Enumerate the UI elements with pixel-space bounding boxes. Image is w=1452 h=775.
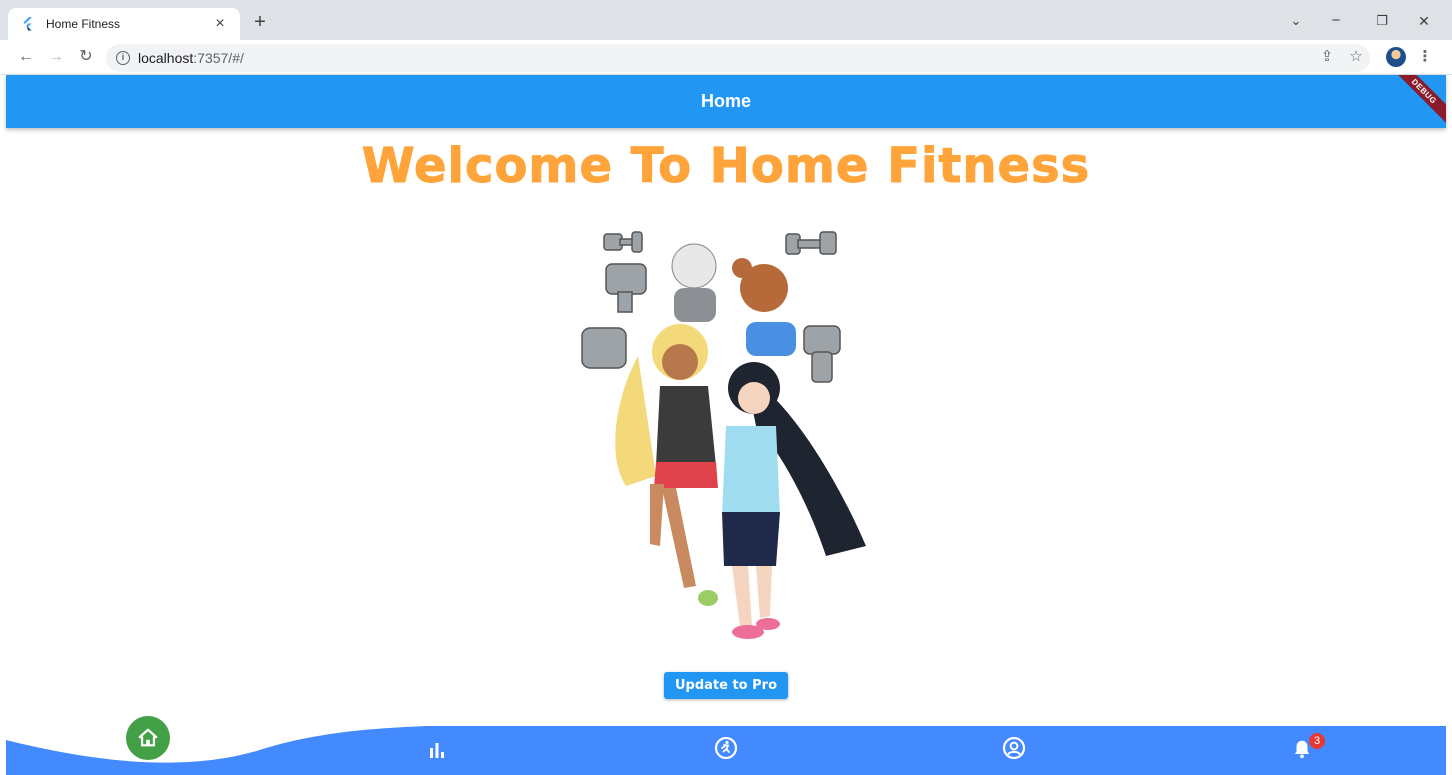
bar-chart-icon: [430, 743, 444, 758]
back-arrow-icon[interactable]: ←: [14, 45, 38, 69]
account-circle-icon: [1002, 736, 1026, 760]
url-host: localhost: [138, 50, 194, 66]
new-tab-button[interactable]: +: [248, 10, 272, 34]
bookmark-star-icon[interactable]: ☆: [1345, 46, 1367, 68]
tab-title: Home Fitness: [46, 17, 121, 31]
update-to-pro-button[interactable]: Update to Pro: [664, 672, 788, 699]
restore-button[interactable]: ❐: [1362, 8, 1402, 34]
browser-tab[interactable]: Home Fitness ×: [8, 8, 240, 40]
site-info-icon[interactable]: i: [116, 51, 130, 65]
profile-avatar[interactable]: [1386, 47, 1406, 67]
debug-banner: DEBUG: [1384, 75, 1446, 128]
nav-home-button[interactable]: [126, 716, 170, 760]
fitness-girls-illustration: [581, 231, 866, 639]
app-bar: Home DEBUG: [6, 75, 1446, 128]
tab-search-icon[interactable]: ⌄: [1276, 8, 1316, 34]
home-icon: [138, 728, 158, 747]
tab-close-icon[interactable]: ×: [210, 15, 230, 33]
address-bar[interactable]: i localhost:7357/#/: [106, 44, 1370, 72]
share-icon[interactable]: ⇪: [1316, 46, 1338, 68]
browser-tabstrip: Home Fitness × + ⌄ − ❐ ✕: [0, 0, 1452, 40]
menu-dots-icon[interactable]: ⋮: [1414, 46, 1436, 68]
forward-arrow-icon[interactable]: →: [44, 45, 68, 69]
url-path: :7357/#/: [193, 50, 244, 66]
welcome-heading: Welcome To Home Fitness: [361, 138, 1091, 195]
flutter-icon: [20, 16, 36, 32]
running-icon: [714, 736, 738, 760]
nav-workout-button[interactable]: [704, 726, 748, 770]
nav-stats-button[interactable]: [415, 728, 459, 772]
minimize-button[interactable]: −: [1316, 8, 1356, 34]
close-window-button[interactable]: ✕: [1404, 8, 1444, 34]
notification-badge: 3: [1309, 733, 1325, 749]
browser-toolbar: ← → ↻ i localhost:7357/#/ ⇪ ☆ ⋮: [0, 40, 1452, 75]
nav-profile-button[interactable]: [992, 726, 1036, 770]
reload-icon[interactable]: ↻: [74, 45, 98, 69]
page-title: Home: [700, 91, 751, 111]
